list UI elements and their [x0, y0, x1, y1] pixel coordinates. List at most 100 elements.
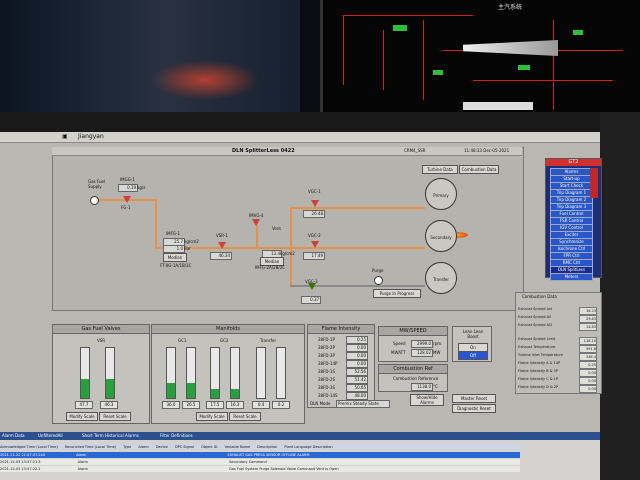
combustion-ref-title: Combustion Ref	[379, 365, 447, 374]
col-alarm: Alarm	[138, 445, 149, 449]
flame-intensity-panel: Flame Intensity 28FD-1P 0.25 28FD-2P 0.0…	[307, 324, 375, 408]
crm-label: CRM4_SSR	[404, 148, 426, 153]
imfg-unit-2: Bar	[184, 246, 191, 251]
col-plant-language: Plant Language Description	[284, 445, 333, 449]
manifold-bar-2-value: 26.5	[182, 401, 200, 409]
window-icon: ▣	[62, 133, 68, 140]
gt2-menu-title: GT2	[546, 159, 601, 166]
manifold-modify-scale-button[interactable]: Modify Scale	[196, 412, 228, 421]
vsr-bar-1	[80, 347, 90, 399]
cd-row-2: Exhaust Spread All 29.63	[518, 315, 599, 323]
master-reset-button[interactable]: Master Reset	[452, 394, 496, 403]
gas-fuel-valves-panel: Gas Fuel Valves VSR 47.7 46.3 Modify Sca…	[52, 324, 150, 424]
vsr-bar-2-value: 46.3	[100, 401, 118, 409]
pipe-vent	[256, 225, 258, 247]
menu-item-meters[interactable]: Meters	[550, 273, 593, 281]
fi-label-5: 28FD-1S	[318, 369, 335, 374]
tab-alarm-data[interactable]: Alarm Data	[2, 433, 25, 438]
vsr1-valve-icon[interactable]	[218, 242, 226, 249]
vgc3-valve-icon[interactable]	[308, 283, 316, 290]
cd-value-10: 0.00	[579, 385, 597, 393]
vsr-bar-1-value: 47.7	[75, 401, 93, 409]
cd-label-9: Flame Intensity C & 1P	[518, 377, 558, 381]
show-hide-alarms-button[interactable]: Show/Hide Alarms	[410, 394, 444, 406]
gfv-modify-scale-button[interactable]: Modify Scale	[66, 412, 98, 421]
fi-label-4: 28FD-14P	[318, 361, 338, 366]
transfer-label: Transfer	[432, 276, 450, 282]
manifold-bar-2	[186, 347, 196, 399]
cd-label-10: Flame Intensity D & 2P	[518, 385, 559, 389]
alarm-row-2-desc: Secondary Command	[229, 460, 267, 464]
cd-label-1: Exhaust Spread Act	[518, 307, 553, 311]
fg1-valve-icon[interactable]	[123, 196, 131, 203]
mw-unit: MW	[433, 350, 441, 355]
cd-value-3: 14.83	[579, 323, 597, 331]
flame-icon	[457, 232, 469, 238]
cd-row-9: Flame Intensity C & 1P 0.00	[518, 377, 599, 385]
cd-label-4: Exhaust Spread Limit	[518, 337, 556, 341]
cd-value-6: 348.4	[579, 353, 597, 361]
cd-value-8: 0.00	[579, 369, 597, 377]
alarm-row-1[interactable]: 2021-11-22 21:07:07.244 Alarm EXHAUST GA…	[0, 452, 520, 458]
alarm-row-2-type: Alarm	[77, 460, 88, 464]
imfg-label: IMFG-1	[166, 231, 181, 236]
combustion-reference-label: Combustion Reference	[393, 376, 439, 381]
imvg-unit: kg/cm2	[280, 251, 295, 256]
pipe-supply	[97, 199, 137, 201]
alarm-tab-strip: Alarm Data UnfilteredAll Short Term Hist…	[0, 432, 600, 440]
dln-mode-value: Premix Steady State	[336, 400, 390, 408]
alarm-row-3-desc: Gas Fuel System Purge Solenoid Valve Com…	[229, 467, 339, 471]
imfg-unit-1: kg/cm2	[184, 239, 199, 244]
tab-unfiltered-all[interactable]: UnfilteredAll	[38, 433, 63, 438]
purge-label: Purge	[372, 268, 384, 273]
fi-label-1: 28FD-1P	[318, 337, 335, 342]
turbine-data-button[interactable]: Turbine Data	[422, 165, 458, 174]
vgc1-valve-icon[interactable]	[311, 200, 319, 207]
vgc1-value: 26.48	[303, 210, 325, 218]
median-button-1[interactable]: Median	[163, 253, 187, 262]
tab-filter-definitions[interactable]: Filter Definitions	[160, 433, 193, 438]
ft-label: FT-0G-1A/1B/1C	[160, 263, 192, 268]
manifold-reset-scale-button[interactable]: Reset Scale	[229, 412, 261, 421]
cd-value-9: 0.00	[579, 377, 597, 385]
combustion-data-button[interactable]: Combustion Data	[459, 165, 499, 174]
fg1-label: FG-1	[121, 205, 131, 210]
alarm-viewer: Alarm Data UnfilteredAll Short Term Hist…	[0, 432, 600, 480]
supply-arrow-icon	[90, 196, 99, 205]
cd-row-8: Flame Intensity B & 3P 0.00	[518, 369, 599, 377]
lean-boost-off-button[interactable]: Off	[458, 351, 488, 360]
fi-value-5: 52.56	[346, 368, 368, 376]
gfv-reset-scale-button[interactable]: Reset Scale	[99, 412, 131, 421]
transfer-nozzle: Transfer	[425, 262, 457, 294]
fi-value-8: 48.00	[346, 392, 368, 400]
diagram-title: DLN SplitterLess 0422	[232, 148, 295, 154]
speed-value: 2999.0	[411, 340, 433, 348]
fi-label-7: 28FD-3S	[318, 385, 335, 390]
diagram-header: DLN SplitterLess 0422 CRM4_SSR 11:48:33 …	[52, 147, 522, 156]
transfer-bar-label: Transfer	[260, 338, 277, 343]
cd-label-3: Exhaust Spread Al2	[518, 323, 553, 327]
vgc2-label: VGC-2	[308, 233, 321, 238]
vent-valve-icon[interactable]	[252, 219, 260, 226]
alarm-row-3[interactable]: 2021-12-03 13:57:22.2 Alarm Gas Fuel Sys…	[0, 466, 520, 472]
alarm-row-1-type: Alarm	[76, 453, 87, 457]
fi-value-4: 0.00	[346, 360, 368, 368]
purge-valve-icon[interactable]	[374, 276, 383, 285]
mw-speed-panel: MW/SPEED Speed 2999.0 rpm MWATT 128.02 M…	[378, 326, 448, 362]
combustion-reference-value: 1138.0	[411, 383, 433, 391]
plant-schematic-display: 主汽系统	[320, 0, 640, 112]
vgc2-valve-icon[interactable]	[311, 241, 319, 248]
menu-side-tab[interactable]	[590, 168, 598, 198]
fi-value-1: 0.25	[346, 336, 368, 344]
tab-short-term-historical[interactable]: Short Term Historical Alarms	[82, 433, 139, 438]
vsr1-value: 46.34	[210, 252, 232, 260]
combustion-data-title: Combustion Data	[522, 294, 557, 299]
purge-status: Purge In Progress	[373, 289, 421, 298]
vgc2-value: 17.49	[303, 252, 325, 260]
diagnostic-reset-button[interactable]: Diagnostic Reset	[452, 404, 496, 413]
lean-boost-panel: Lean Lean Boost On Off	[452, 326, 492, 362]
manifolds-title: Manifolds	[152, 325, 304, 334]
mw-speed-title: MW/SPEED	[379, 327, 447, 336]
pipe-down	[155, 199, 157, 247]
alarm-row-2[interactable]: 2021-12-03 13:57:21.3 Alarm Secondary Co…	[0, 459, 520, 465]
